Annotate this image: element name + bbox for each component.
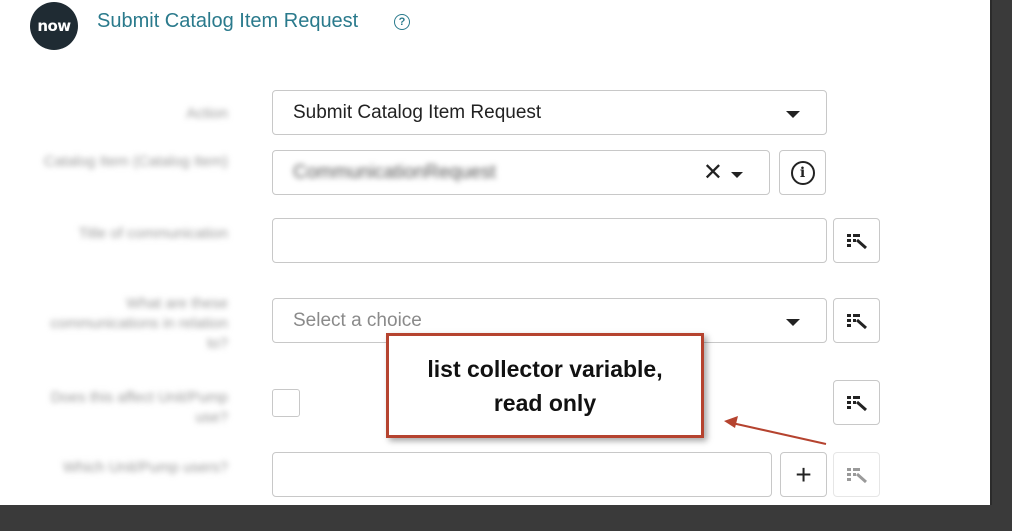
annotation-line-1: list collector variable, — [427, 355, 663, 382]
flow-action-panel: now Submit Catalog Item Request ? Action… — [0, 0, 992, 505]
annotation-callout: list collector variable, read only — [386, 333, 704, 438]
annotation-line-2: read only — [493, 389, 597, 416]
